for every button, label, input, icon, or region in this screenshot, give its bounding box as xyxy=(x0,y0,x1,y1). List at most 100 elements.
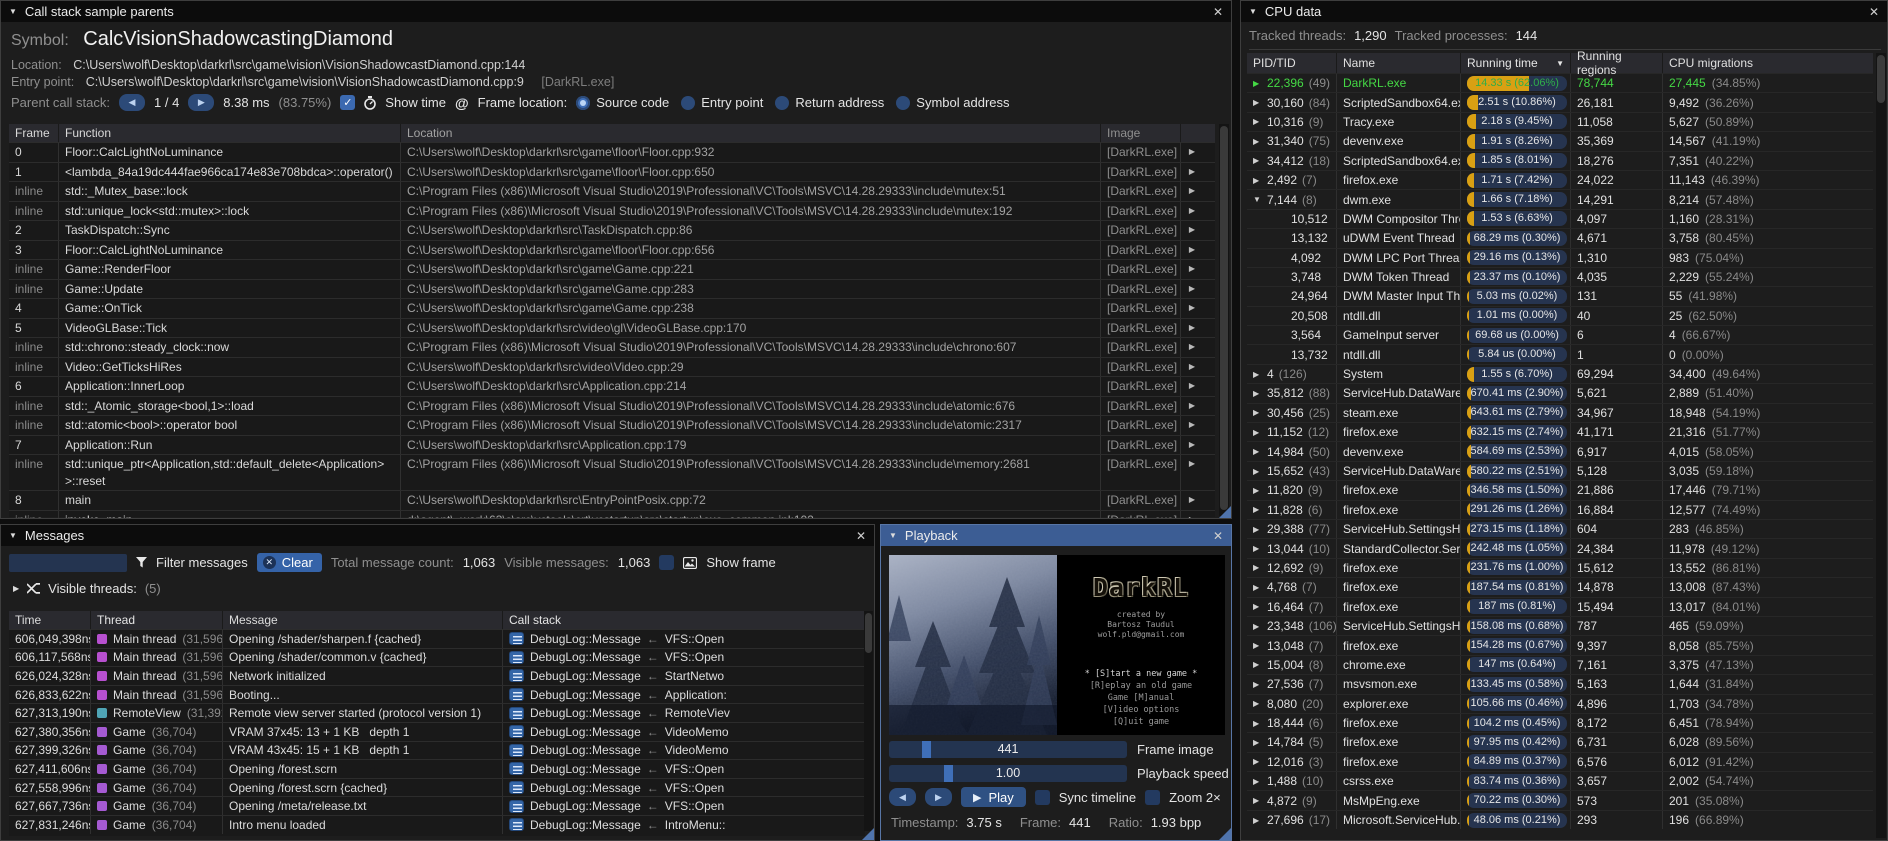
callstack-cell[interactable]: DebugLog::Message ← VideoMemo xyxy=(503,742,865,760)
expand-icon[interactable]: ▶ xyxy=(1253,660,1262,669)
expand-icon[interactable]: ▶ xyxy=(1253,525,1262,534)
process-row[interactable]: ▶ 29,388 (77) ServiceHub.SettingsHost 27… xyxy=(1247,519,1873,538)
process-row[interactable]: ▶ 1,488 (10) csrss.exe 83.74 ms (0.36%) … xyxy=(1247,771,1873,790)
visible-threads-row[interactable]: ▶ Visible threads: (5) xyxy=(13,581,161,596)
message-row[interactable]: 626,833,622ns Main thread (31,596) Booti… xyxy=(9,685,865,704)
close-icon[interactable]: ✕ xyxy=(856,529,866,543)
table-row[interactable]: 1 <lambda_84a19dc444fae966ca174e83e708bd… xyxy=(9,162,1215,182)
callstack-cell[interactable]: DebugLog::Message ← Application: xyxy=(503,686,865,704)
col-pid-tid[interactable]: PID/TID xyxy=(1247,53,1337,73)
message-row[interactable]: 627,558,996ns Game (36,704) Opening /for… xyxy=(9,778,865,797)
process-row[interactable]: ▶ 30,456 (25) steam.exe 643.61 ms (2.79%… xyxy=(1247,403,1873,422)
expand-icon[interactable]: ▶ xyxy=(1253,777,1262,786)
callstack-cell[interactable]: DebugLog::Message ← VFS::Open xyxy=(503,779,865,797)
message-row[interactable]: 627,411,606ns Game (36,704) Opening /for… xyxy=(9,759,865,778)
expand-icon[interactable]: ▶ xyxy=(1253,602,1262,611)
playback-speed-slider[interactable]: 1.00 xyxy=(889,765,1127,782)
step-forward-button[interactable]: ▶ xyxy=(925,788,952,806)
clear-button[interactable]: ✕ Clear xyxy=(257,553,322,572)
show-frame-label[interactable]: Show frame xyxy=(706,555,775,570)
process-row[interactable]: ▶ 8,080 (20) explorer.exe 105.66 ms (0.4… xyxy=(1247,694,1873,713)
expand-icon[interactable]: ▶ xyxy=(1253,757,1262,766)
callstack-cell[interactable]: DebugLog::Message ← VideoMemo xyxy=(503,723,865,741)
radio-icon[interactable] xyxy=(775,96,789,110)
callstack-list-icon[interactable] xyxy=(509,744,524,757)
message-row[interactable]: 606,049,398ns Main thread (31,596) Openi… xyxy=(9,629,865,648)
cpu-scrollbar[interactable] xyxy=(1876,53,1886,838)
filter-input[interactable] xyxy=(9,554,127,572)
message-row[interactable]: 627,313,190ns RemoteView (31,392) Remote… xyxy=(9,703,865,722)
table-row[interactable]: 5 VideoGLBase::Tick C:\Users\wolf\Deskto… xyxy=(9,318,1215,338)
process-row[interactable]: ▶ 31,340 (75) devenv.exe 1.91 s (8.26%) … xyxy=(1247,131,1873,150)
row-expand-icon[interactable]: ▶ xyxy=(1181,511,1203,520)
message-row[interactable]: 606,117,568ns Main thread (31,596) Openi… xyxy=(9,648,865,667)
table-row[interactable]: inline std::_Mutex_base::lock C:\Program… xyxy=(9,181,1215,201)
callstack-list-icon[interactable] xyxy=(509,669,524,682)
expand-icon[interactable]: ▶ xyxy=(1253,796,1262,805)
playback-titlebar[interactable]: ▼ Playback ✕ xyxy=(881,525,1231,546)
row-expand-icon[interactable]: ▶ xyxy=(1181,319,1203,338)
process-row[interactable]: 4,092 DWM LPC Port Thread 29.16 ms (0.13… xyxy=(1247,248,1873,267)
col-running-time[interactable]: Running time ▼ xyxy=(1461,53,1571,73)
messages-titlebar[interactable]: ▼ Messages ✕ xyxy=(1,525,874,546)
expand-icon[interactable]: ▶ xyxy=(1253,408,1262,417)
table-row[interactable]: inline invoke_main d:\agent\_work\63\s\s… xyxy=(9,510,1215,520)
col-frame[interactable]: Frame xyxy=(9,124,59,142)
process-row[interactable]: ▶ 12,016 (3) firefox.exe 84.89 ms (0.37%… xyxy=(1247,752,1873,771)
messages-scrollbar[interactable] xyxy=(864,611,873,831)
resize-grip[interactable] xyxy=(1219,506,1231,518)
message-row[interactable]: 627,831,246ns Game (36,704) Intro menu l… xyxy=(9,815,865,834)
col-location[interactable]: Location xyxy=(401,124,1101,142)
col-cpu-migrations[interactable]: CPU migrations xyxy=(1663,53,1873,73)
expand-icon[interactable]: ▶ xyxy=(1253,583,1262,592)
row-expand-icon[interactable]: ▶ xyxy=(1181,182,1203,201)
message-row[interactable]: 627,380,356ns Game (36,704) VRAM 37x45: … xyxy=(9,722,865,741)
process-row[interactable]: ▶ 4,768 (7) firefox.exe 187.54 ms (0.81%… xyxy=(1247,577,1873,596)
process-row[interactable]: ▶ 2,492 (7) firefox.exe 1.71 s (7.42%) 2… xyxy=(1247,170,1873,189)
expand-icon[interactable]: ▶ xyxy=(1253,544,1262,553)
close-icon[interactable]: ✕ xyxy=(1213,529,1223,543)
callstack-list-icon[interactable] xyxy=(509,707,524,720)
process-row[interactable]: ▶ 13,048 (7) firefox.exe 154.28 ms (0.67… xyxy=(1247,635,1873,654)
message-row[interactable]: 627,667,736ns Game (36,704) Opening /met… xyxy=(9,796,865,815)
radio-icon[interactable] xyxy=(681,96,695,110)
callstack-cell[interactable]: DebugLog::Message ← VFS::Open xyxy=(503,797,865,815)
resize-grip[interactable] xyxy=(1219,828,1231,840)
col-thread[interactable]: Thread xyxy=(91,611,223,629)
col-name[interactable]: Name xyxy=(1337,53,1461,73)
process-row[interactable]: ▶ 10,316 (9) Tracy.exe 2.18 s (9.45%) 11… xyxy=(1247,112,1873,131)
collapse-icon[interactable]: ▼ xyxy=(889,531,897,540)
expand-icon[interactable]: ▶ xyxy=(1253,370,1262,379)
next-stack-button[interactable]: ▶ xyxy=(188,94,214,111)
table-row[interactable]: inline std::chrono::steady_clock::now C:… xyxy=(9,337,1215,357)
collapse-icon[interactable]: ▼ xyxy=(1249,7,1257,16)
expand-icon[interactable]: ▶ xyxy=(1253,719,1262,728)
table-row[interactable]: inline Game::Update C:\Users\wolf\Deskto… xyxy=(9,279,1215,299)
callstack-list-icon[interactable] xyxy=(509,688,524,701)
expand-icon[interactable]: ▶ xyxy=(1253,699,1262,708)
process-row[interactable]: ▶ 27,536 (7) msvsmon.exe 133.45 ms (0.58… xyxy=(1247,674,1873,693)
callstack-list-icon[interactable] xyxy=(509,632,524,645)
message-row[interactable]: 627,399,326ns Game (36,704) VRAM 43x45: … xyxy=(9,741,865,760)
frame-image-slider[interactable]: 441 xyxy=(889,741,1127,758)
collapse-icon[interactable]: ▼ xyxy=(9,531,17,540)
expand-icon[interactable]: ▶ xyxy=(1253,486,1262,495)
callstack-cell[interactable]: DebugLog::Message ← IntroMenu:: xyxy=(503,816,865,834)
expand-icon[interactable]: ▶ xyxy=(1253,428,1262,437)
radio-option[interactable]: Return address xyxy=(775,95,884,110)
process-row[interactable]: ▶ 4 (126) System 1.55 s (6.70%) 69,294 3… xyxy=(1247,364,1873,383)
table-row[interactable]: 2 TaskDispatch::Sync C:\Users\wolf\Deskt… xyxy=(9,220,1215,240)
process-row[interactable]: ▶ 4,872 (9) MsMpEng.exe 70.22 ms (0.30%)… xyxy=(1247,790,1873,809)
table-row[interactable]: 0 Floor::CalcLightNoLuminance C:\Users\w… xyxy=(9,142,1215,162)
row-expand-icon[interactable]: ▶ xyxy=(1181,221,1203,240)
radio-option[interactable]: Source code xyxy=(576,95,669,110)
process-row[interactable]: ▶ 11,828 (6) firefox.exe 291.26 ms (1.26… xyxy=(1247,500,1873,519)
process-row[interactable]: ▶ 35,812 (88) ServiceHub.DataWarehou 670… xyxy=(1247,383,1873,402)
expand-icon[interactable]: ▶ xyxy=(1253,622,1262,631)
close-icon[interactable]: ✕ xyxy=(1213,5,1223,19)
expand-icon[interactable]: ▶ xyxy=(1253,563,1262,572)
row-expand-icon[interactable]: ▶ xyxy=(1181,377,1203,396)
process-row[interactable]: ▶ 34,412 (18) ScriptedSandbox64.exe 1.85… xyxy=(1247,151,1873,170)
table-row[interactable]: 7 Application::Run C:\Users\wolf\Desktop… xyxy=(9,435,1215,455)
row-expand-icon[interactable]: ▶ xyxy=(1181,299,1203,318)
